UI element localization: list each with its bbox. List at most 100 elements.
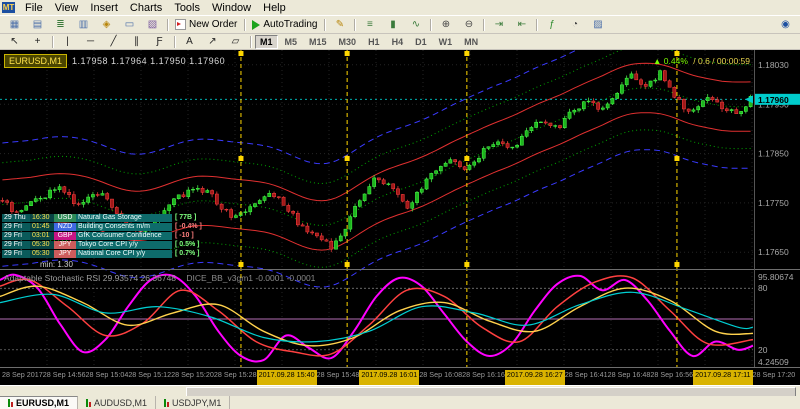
chart-tab-audusdm1[interactable]: AUDUSD,M1 [78, 396, 156, 409]
menu-tools[interactable]: Tools [168, 1, 206, 15]
text-icon[interactable]: A [179, 34, 200, 50]
autotrading-icon [252, 20, 260, 30]
candle-body [573, 110, 576, 112]
zoom-in-icon[interactable]: ⊕ [435, 17, 456, 33]
menu-help[interactable]: Help [257, 1, 292, 15]
keltner-upper [2, 63, 750, 200]
fibonacci-icon[interactable]: Ƒ [149, 34, 170, 50]
news-currency: USD [54, 214, 76, 222]
data-window-icon[interactable]: ▥ [73, 17, 94, 33]
vline-handle [238, 51, 243, 56]
chart-shift-icon[interactable]: ⇤ [511, 17, 532, 33]
news-row: 29 Fri03:01GBPGfK Consumer Confidence[ -… [2, 232, 202, 240]
chart-tab-icon [86, 399, 91, 407]
candle-body [234, 216, 237, 218]
help-icon[interactable]: ◉ [775, 17, 796, 33]
templates-icon-glyph: ▨ [593, 18, 602, 31]
chart-canvas[interactable]: 1.180301.179501.178501.177501.176501.179… [0, 50, 800, 368]
timeframe-h1[interactable]: H1 [363, 35, 385, 49]
vline-handle [345, 51, 350, 56]
candle-body [501, 142, 504, 144]
timeframe-mn[interactable]: MN [459, 35, 483, 49]
candle-body [311, 232, 314, 233]
timeframe-m15[interactable]: M15 [304, 35, 332, 49]
change-percent: ▲ 0.44% [653, 56, 688, 66]
crosshair-icon[interactable]: + [27, 34, 48, 50]
vertical-line-icon[interactable]: | [57, 34, 78, 50]
bar-chart-icon[interactable]: ≡ [359, 17, 380, 33]
candle-body [678, 97, 681, 99]
timeframe-m30[interactable]: M30 [334, 35, 362, 49]
trendline-icon[interactable]: ╱ [103, 34, 124, 50]
candle-body [396, 189, 399, 195]
autotrading-button[interactable]: AutoTrading [249, 17, 320, 33]
up-candle-glyph [164, 399, 166, 407]
channel-icon[interactable]: ∥ [126, 34, 147, 50]
menu-view[interactable]: View [49, 1, 85, 15]
indicator-label: Adaptable Stochastic RSI 29.93574 26.367… [4, 273, 315, 283]
zoom-out-icon[interactable]: ⊖ [458, 17, 479, 33]
candle-body [68, 192, 71, 194]
timeframe-w1[interactable]: W1 [434, 35, 458, 49]
candle-body [625, 78, 628, 85]
candle-body [701, 101, 704, 107]
candle-body [325, 240, 328, 241]
candle-body [363, 194, 366, 201]
chart-tab-eurusdm1[interactable]: EURUSD,M1 [0, 396, 78, 409]
timeframe-h4[interactable]: H4 [387, 35, 409, 49]
menu-charts[interactable]: Charts [124, 1, 168, 15]
metaeditor-icon[interactable]: ✎ [329, 17, 350, 33]
shapes-icon[interactable]: ▱ [225, 34, 246, 50]
horizontal-scrollbar[interactable] [0, 385, 800, 396]
arrows-icon[interactable]: ↗ [202, 34, 223, 50]
candle-body [358, 201, 361, 207]
chart-shift-icon-glyph: ⇤ [518, 18, 526, 31]
menu-file[interactable]: File [19, 1, 49, 15]
candle-body [649, 81, 652, 86]
candle-body [115, 207, 118, 213]
time-label-highlighted: 2017.09.28 16:01 [359, 370, 419, 385]
symbol-period-label[interactable]: EURUSD,M1 [4, 54, 67, 68]
cursor-icon[interactable]: ↖ [4, 34, 25, 50]
periods-icon[interactable]: ◔ [564, 17, 585, 33]
timeframe-m1[interactable]: M1 [255, 35, 278, 49]
menu-insert[interactable]: Insert [84, 1, 124, 15]
toolbar-separator [430, 19, 431, 31]
indicators-icon[interactable]: ƒ [541, 17, 562, 33]
profiles-icon[interactable]: ▤ [27, 17, 48, 33]
candle-body [425, 179, 428, 189]
candle-body [39, 198, 42, 199]
templates-icon[interactable]: ▨ [587, 17, 608, 33]
new-order-button[interactable]: New Order [172, 17, 240, 33]
text-icon-glyph: A [186, 35, 193, 48]
menu-window[interactable]: Window [206, 1, 257, 15]
help-icon-glyph: ◉ [781, 18, 790, 31]
candle-body [530, 127, 533, 130]
horizontal-line-icon[interactable]: ─ [80, 34, 101, 50]
candle-body [10, 202, 13, 211]
toolbar-separator [483, 19, 484, 31]
time-label: 28 Sep 15:28 [214, 370, 257, 385]
timeframe-d1[interactable]: D1 [410, 35, 432, 49]
line-chart-icon[interactable]: ∿ [405, 17, 426, 33]
strategy-tester-icon[interactable]: ▧ [142, 17, 163, 33]
envelope-mid [2, 88, 750, 225]
new-chart-icon[interactable]: ▦ [4, 17, 25, 33]
candle-body [263, 197, 266, 201]
candle-body [225, 209, 228, 210]
candle-body [101, 194, 104, 196]
market-watch-icon[interactable]: ≣ [50, 17, 71, 33]
navigator-icon[interactable]: ◈ [96, 17, 117, 33]
vline-handle [238, 262, 243, 267]
terminal-icon[interactable]: ▭ [119, 17, 140, 33]
down-candle-glyph [167, 402, 169, 407]
time-axis[interactable]: 28 Sep 201728 Sep 14:5628 Sep 15:0428 Se… [0, 368, 800, 385]
candlestick-chart-icon[interactable]: ▮ [382, 17, 403, 33]
vline-handle [238, 156, 243, 161]
trendline-icon-glyph: ╱ [110, 35, 116, 48]
timeframe-m5[interactable]: M5 [280, 35, 303, 49]
auto-scroll-icon[interactable]: ⇥ [488, 17, 509, 33]
candle-body [20, 210, 23, 212]
chart-tab-usdjpym1[interactable]: USDJPY,M1 [156, 396, 230, 409]
price-label: 1.17850 [758, 149, 789, 159]
